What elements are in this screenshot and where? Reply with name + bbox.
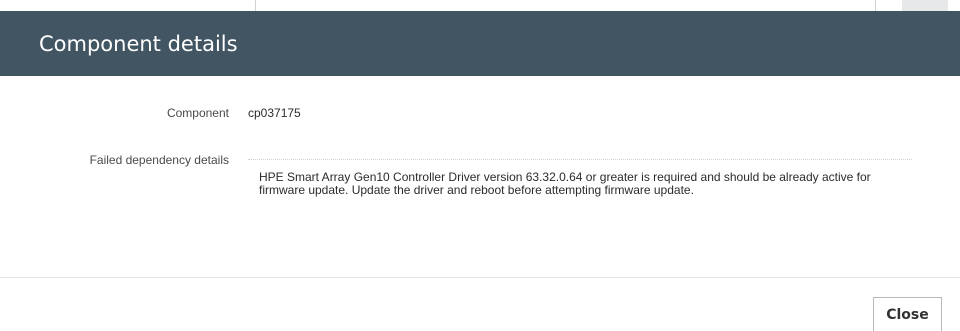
dialog-header: Component details (0, 11, 960, 76)
dotted-separator (248, 159, 912, 160)
failed-dependency-text: HPE Smart Array Gen10 Controller Driver … (259, 170, 871, 197)
close-button[interactable]: Close (873, 297, 942, 331)
failed-dependency-label: Failed dependency details (89, 153, 229, 167)
background-corner-element (902, 0, 948, 11)
component-details-dialog: Component details Component cp037175 Fai… (0, 11, 960, 331)
component-value: cp037175 (248, 106, 301, 120)
background-column-separator (875, 0, 876, 11)
component-label: Component (166, 106, 229, 120)
dialog-title: Component details (39, 32, 238, 56)
background-page-strip (0, 0, 960, 11)
background-column-separator (255, 0, 256, 11)
footer-divider (0, 277, 960, 278)
